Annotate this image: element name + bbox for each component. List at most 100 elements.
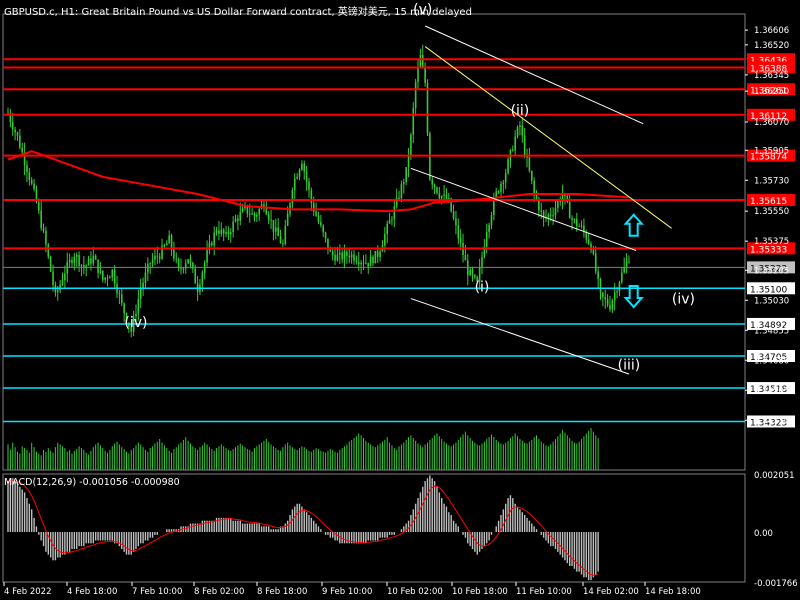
candle-body <box>618 282 621 292</box>
candle-body <box>251 213 253 215</box>
candle-body <box>464 255 467 261</box>
candle-body <box>206 250 208 263</box>
candle-body <box>194 268 197 284</box>
candle-body <box>106 277 109 279</box>
candle-body <box>594 253 597 272</box>
candle-body <box>301 163 303 170</box>
candle-body <box>16 132 19 136</box>
candle-body <box>317 215 320 222</box>
candle-body <box>225 232 227 234</box>
candle-body <box>523 135 526 156</box>
time-tick-label: 4 Feb 2022 <box>4 587 52 597</box>
candle-body <box>604 297 607 300</box>
candle-body <box>613 292 616 301</box>
candle-body <box>322 225 325 233</box>
candle-body <box>189 259 192 263</box>
price-tick-label: 1.35730 <box>754 176 789 186</box>
price-tick-label: 1.36070 <box>754 118 789 128</box>
candle-body <box>609 304 611 310</box>
candle-body <box>277 227 279 237</box>
candle-body <box>165 243 168 246</box>
candle-body <box>265 207 268 215</box>
candle-body <box>400 184 403 199</box>
candle-body <box>21 147 24 153</box>
candle-body <box>500 183 502 193</box>
candle-body <box>180 267 182 269</box>
price-axis: 1.364361.363881.362611.361121.358741.356… <box>745 26 795 428</box>
candle-body <box>104 277 106 280</box>
candle-body <box>286 213 289 226</box>
candle-body <box>455 218 457 226</box>
candle-body <box>109 277 111 279</box>
candle-body <box>329 249 332 252</box>
candle-body <box>232 221 234 233</box>
candle-body <box>182 268 185 270</box>
candle-body <box>391 219 393 221</box>
candle-body <box>597 271 599 279</box>
wave-label: (i) <box>475 280 490 296</box>
price-chart: (iv)(v)(i)(ii)(iii)(iv) 0.0020510.00-0.0… <box>2 2 798 597</box>
candle-body <box>213 232 215 246</box>
candle-body <box>355 260 358 263</box>
candle-body <box>303 163 306 172</box>
candle-body <box>64 273 66 281</box>
main-price-panel: (iv)(v)(i)(ii)(iii)(iv) <box>2 2 746 471</box>
candle-body <box>258 208 261 215</box>
candle-body <box>61 280 64 285</box>
down-arrow-icon <box>623 285 644 309</box>
candle-body <box>471 269 474 276</box>
candle-body <box>40 210 42 229</box>
time-tick-label: 7 Feb 10:00 <box>132 587 182 597</box>
candle-body <box>315 211 317 216</box>
candle-body <box>350 254 353 258</box>
candle-body <box>621 272 623 283</box>
candle-body <box>405 167 407 183</box>
candle-body <box>606 299 609 305</box>
candle-body <box>379 251 381 257</box>
resistance-price-label: 1.35615 <box>750 197 787 207</box>
candle-body <box>147 263 149 273</box>
candle-body <box>151 259 154 264</box>
price-tick-label: 1.36606 <box>754 26 789 36</box>
candle-body <box>324 232 327 239</box>
candle-body <box>625 261 628 268</box>
candle-body <box>576 219 578 227</box>
candle-body <box>78 254 80 266</box>
candle-body <box>490 215 493 225</box>
candle-body <box>201 272 204 285</box>
candle-body <box>248 213 251 215</box>
candle-body <box>414 81 417 108</box>
channel-line <box>410 298 630 375</box>
candle-body <box>566 195 569 202</box>
candle-body <box>367 262 370 267</box>
time-tick-label: 10 Feb 18:00 <box>452 587 508 597</box>
candle-body <box>49 256 52 272</box>
candle-body <box>412 107 415 135</box>
candle-body <box>177 259 180 268</box>
candle-body <box>308 181 310 191</box>
candle-body <box>402 182 405 185</box>
candle-body <box>530 170 533 181</box>
time-tick-label: 4 Feb 18:00 <box>67 587 117 597</box>
candle-body <box>120 294 123 304</box>
candle-body <box>87 258 90 266</box>
candle-body <box>241 208 244 212</box>
price-tick-label: 1.35205 <box>754 266 789 276</box>
macd-label: MACD(12,26,9) -0.001056 -0.000980 <box>4 477 180 488</box>
candle-body <box>374 251 377 264</box>
candle-body <box>97 259 99 273</box>
candle-body <box>90 258 92 264</box>
candle-body <box>341 252 343 260</box>
candle-body <box>388 220 391 224</box>
candle-body <box>239 211 242 221</box>
candle-body <box>578 226 580 228</box>
candle-body <box>94 255 97 260</box>
candle-body <box>68 260 71 263</box>
candle-body <box>376 251 379 257</box>
candle-body <box>102 270 104 280</box>
candle-body <box>481 256 483 268</box>
price-tick-label: 1.35550 <box>754 207 789 217</box>
candle-body <box>92 255 95 264</box>
candle-body <box>237 218 239 221</box>
candle-body <box>474 275 476 278</box>
